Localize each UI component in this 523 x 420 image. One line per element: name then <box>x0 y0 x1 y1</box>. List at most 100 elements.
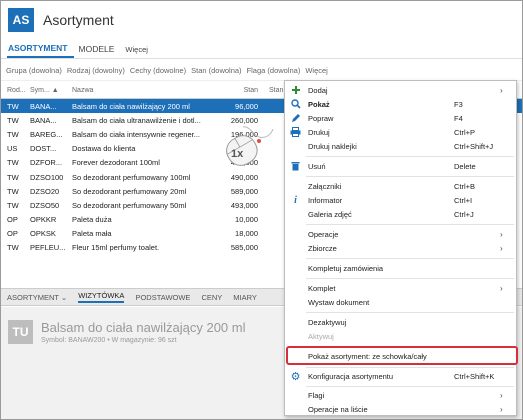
cell-symbol: DZSO50 <box>30 200 60 210</box>
menu-item-shortcut: F3 <box>454 99 463 109</box>
cell-rodzaj: TW <box>7 129 19 139</box>
menu-separator <box>306 224 514 225</box>
cell-symbol: DOST... <box>30 144 57 154</box>
filter-bar: Grupa (dowolna) Rodzaj (dowolny) Cechy (… <box>1 61 522 81</box>
menu-item-label: Komplet <box>308 283 336 293</box>
menu-item-shortcut: Ctrl+Shift+J <box>454 141 494 151</box>
menu-item-zbiorcze[interactable]: Zbiorcze › <box>285 241 516 255</box>
cell-symbol: PEFLEU... <box>30 243 66 253</box>
menu-separator <box>306 156 514 157</box>
menu-item-informator[interactable]: i Informator Ctrl+I <box>285 193 516 207</box>
menu-item-operacje-na-liscie[interactable]: Operacje na liście › <box>285 402 516 416</box>
detail-tab-podstawowe[interactable]: PODSTAWOWE <box>135 293 190 302</box>
menu-item-shortcut: Ctrl+P <box>454 127 476 137</box>
menu-item-operacje[interactable]: Operacje › <box>285 227 516 241</box>
menu-item-drukuj-naklejki[interactable]: Drukuj naklejki Ctrl+Shift+J <box>285 139 516 153</box>
menu-item-drukuj[interactable]: Drukuj Ctrl+P <box>285 125 516 139</box>
menu-item-label: Operacje <box>308 229 339 239</box>
menu-item-galeria[interactable]: Galeria zdjęć Ctrl+J <box>285 207 516 221</box>
cell-rodzaj: TW <box>7 186 19 196</box>
menu-item-label: Dodaj <box>308 85 328 95</box>
filter-cechy[interactable]: Cechy (dowolne) <box>130 66 186 75</box>
menu-item-wystaw-dokument[interactable]: Wystaw dokument <box>285 295 516 309</box>
menu-item-flagi[interactable]: Flagi › <box>285 388 516 402</box>
menu-item-label: Pokaż <box>308 99 330 109</box>
menu-separator <box>306 278 514 279</box>
filter-stan[interactable]: Stan (dowolna) <box>191 66 241 75</box>
cell-rodzaj: TW <box>7 243 19 253</box>
tab-asortyment[interactable]: ASORTYMENT <box>7 43 74 58</box>
menu-item-usun[interactable]: Usuń Delete <box>285 159 516 173</box>
cell-symbol: BAREG... <box>30 129 63 139</box>
detail-tab-wizytowka[interactable]: WIZYTÓWKA <box>78 291 125 303</box>
mouse-click-icon: 1x <box>219 123 277 171</box>
cell-nazwa: Paleta duża <box>72 215 112 225</box>
detail-subtitle: Symbol: BANAW200 • W magazynie: 96 szt <box>41 337 177 344</box>
menu-separator <box>306 312 514 313</box>
menu-separator <box>306 386 514 387</box>
menu-item-shortcut: Ctrl+I <box>454 195 473 205</box>
context-menu: Dodaj › Pokaż F3 Popraw F4 Drukuj Ctrl+P… <box>284 80 518 416</box>
info-icon: i <box>294 194 297 206</box>
col-nazwa[interactable]: Nazwa <box>69 87 213 94</box>
filter-flaga[interactable]: Flaga (dowolna) <box>247 66 301 75</box>
menu-item-dodaj[interactable]: Dodaj › <box>285 83 516 97</box>
cell-symbol: DZFOR... <box>30 158 63 168</box>
cell-stan: 589,000 <box>230 186 258 196</box>
cell-stan: 585,000 <box>230 243 258 253</box>
detail-tab-miary[interactable]: MIARY <box>233 293 257 302</box>
col-symbol[interactable]: Sym... ▲ <box>26 87 69 94</box>
mouse-click-label: 1x <box>231 148 244 160</box>
cell-rodzaj: TW <box>7 115 19 125</box>
menu-separator <box>306 258 514 259</box>
chevron-right-icon: › <box>500 229 503 239</box>
menu-item-zalaczniki[interactable]: Załączniki Ctrl+B <box>285 179 516 193</box>
menu-item-aktywuj: Aktywuj <box>285 329 516 343</box>
cell-nazwa: So dezodorant perfumowany 20ml <box>72 186 187 196</box>
menu-item-kompletuj[interactable]: Kompletuj zamówienia <box>285 261 516 275</box>
app-title: Asortyment <box>43 12 114 28</box>
col-stan[interactable]: Stan <box>213 87 261 94</box>
menu-item-konfiguracja[interactable]: ⚙ Konfiguracja asortymentu Ctrl+Shift+K <box>285 369 516 383</box>
cell-symbol: OPKSK <box>30 229 56 239</box>
cell-rodzaj: OP <box>7 215 18 225</box>
printer-icon <box>285 126 301 138</box>
filter-more[interactable]: Więcej <box>305 66 328 75</box>
menu-separator <box>306 367 514 368</box>
cell-stan: 10,000 <box>235 215 258 225</box>
menu-item-shortcut: Delete <box>454 161 476 171</box>
pencil-icon <box>285 112 301 124</box>
detail-tab-ceny[interactable]: CENY <box>201 293 222 302</box>
cell-rodzaj: US <box>7 144 18 154</box>
menu-item-label: Załączniki <box>308 181 342 191</box>
cell-nazwa: Dostawa do klienta <box>72 144 136 154</box>
menu-item-komplet[interactable]: Komplet › <box>285 281 516 295</box>
cell-stan: 96,000 <box>235 101 258 111</box>
menu-item-shortcut: F4 <box>454 113 463 123</box>
menu-item-shortcut: Ctrl+B <box>454 181 476 191</box>
menu-item-label: Wystaw dokument <box>308 297 370 307</box>
cell-symbol: BANA... <box>30 101 57 111</box>
filter-rodzaj[interactable]: Rodzaj (dowolny) <box>67 66 125 75</box>
menu-item-label: Konfiguracja asortymentu <box>308 371 394 381</box>
tab-modele[interactable]: MODELE <box>78 44 121 58</box>
cell-symbol: DZSO20 <box>30 186 60 196</box>
tab-more[interactable]: Więcej <box>124 45 154 58</box>
menu-item-pokaz[interactable]: Pokaż F3 <box>285 97 516 111</box>
filter-grupa[interactable]: Grupa (dowolna) <box>6 66 62 75</box>
app-badge: AS <box>8 8 34 32</box>
menu-item-popraw[interactable]: Popraw F4 <box>285 111 516 125</box>
gear-icon: ⚙ <box>290 370 301 383</box>
detail-tab-asortyment[interactable]: ASORTYMENT ⌄ <box>7 293 67 302</box>
cell-nazwa: So dezodorant perfumowany 50ml <box>72 200 187 210</box>
menu-item-dezaktywuj[interactable]: Dezaktywuj <box>285 315 516 329</box>
menu-item-label: Popraw <box>308 113 334 123</box>
col-rodzaj[interactable]: Rod... <box>1 87 26 94</box>
cell-nazwa: So dezodorant perfumowany 100ml <box>72 172 191 182</box>
highlight-box <box>286 346 518 365</box>
menu-item-label: Informator <box>308 195 343 205</box>
menu-item-label: Operacje na liście <box>308 404 368 414</box>
trash-icon <box>285 160 301 172</box>
cell-symbol: OPKKR <box>30 215 57 225</box>
cell-nazwa: Paleta mała <box>72 229 112 239</box>
